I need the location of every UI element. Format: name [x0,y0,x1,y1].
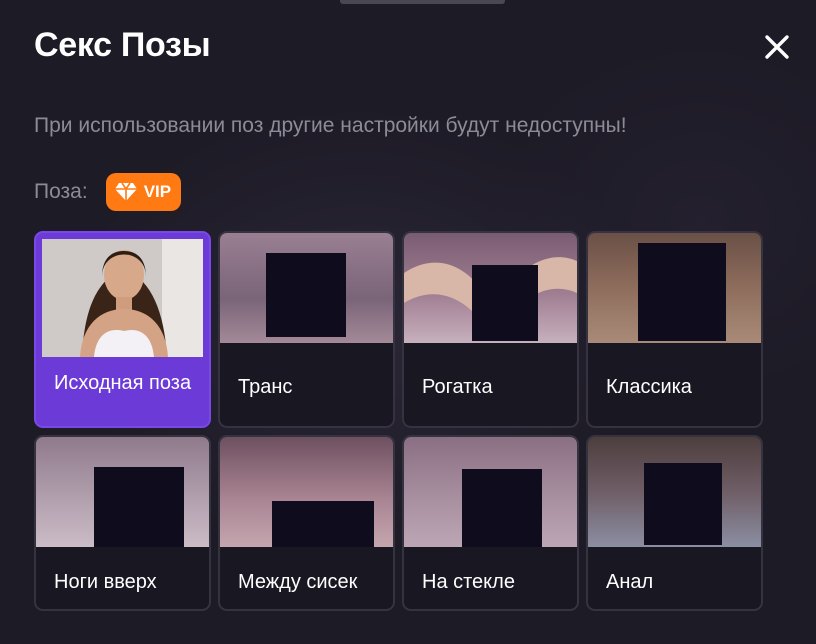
pose-card-rogatka[interactable]: Рогатка [402,231,579,428]
censor-box [644,463,722,545]
close-icon [765,35,789,59]
pose-label: Классика [606,376,692,398]
vip-badge[interactable]: VIP [105,173,182,211]
pose-row: Поза: VIP [34,172,182,212]
pose-card-trans[interactable]: Транс [218,231,395,428]
censor-box [462,469,542,547]
pose-thumbnail [220,233,393,343]
pose-thumbnail [404,437,577,547]
pose-card-legs-up[interactable]: Ноги вверх [34,435,211,611]
pose-card-original[interactable]: Исходная поза [34,231,211,428]
pose-card-on-glass[interactable]: На стекле [402,435,579,611]
pose-label: Анал [606,571,654,593]
modal-title: Секс Позы [34,26,211,64]
diamond-icon [114,182,137,201]
pose-card-between[interactable]: Между сисек [218,435,395,611]
pose-label: Транс [238,376,293,398]
pose-thumbnail [220,437,393,547]
censor-box [266,253,346,337]
pose-card-anal[interactable]: Анал [586,435,763,611]
censor-box [638,243,726,341]
drag-handle[interactable] [340,0,505,4]
pose-label: Рогатка [422,376,493,398]
pose-grid: Исходная поза Транс Рогатка Классика Ног… [34,231,765,611]
notice-text: При использовании поз другие настройки б… [34,114,627,137]
pose-card-classic[interactable]: Классика [586,231,763,428]
portrait-image [42,239,203,357]
pose-thumbnail [588,233,761,343]
pose-thumbnail [588,437,761,547]
pose-thumbnail [42,239,203,357]
pose-label: Поза: [34,180,88,203]
pose-thumbnail [404,233,577,343]
pose-label: Между сисек [238,571,358,593]
vip-label: VIP [143,182,172,201]
pose-label: Исходная поза [54,372,192,394]
censor-box [472,265,538,341]
censor-box [94,467,184,547]
censor-box [272,501,374,547]
pose-thumbnail [36,437,209,547]
pose-label: На стекле [422,571,515,593]
pose-label: Ноги вверх [54,571,157,593]
close-button[interactable] [760,30,794,64]
